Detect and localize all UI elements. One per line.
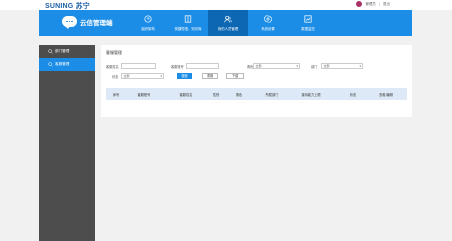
user-icon (224, 15, 232, 23)
column-header: 角色 (235, 93, 243, 97)
app-header: 云信管理端 组织架构 快捷短语、知识库 我的人员管理 系统设置 数据监控 (39, 10, 412, 36)
search-icon (48, 49, 53, 54)
search-button[interactable]: 搜索 (177, 73, 192, 79)
nav-item-staff[interactable]: 我的人员管理 (208, 10, 248, 36)
name-input[interactable] (121, 63, 156, 69)
sidebar: 部门管理 客服管理 (39, 45, 95, 241)
dept-select[interactable]: 全部 (321, 63, 363, 69)
nav-label: 快捷短语、知识库 (174, 27, 202, 31)
sidebar-item-label: 部门管理 (55, 49, 70, 53)
chat-bubble-icon (62, 16, 77, 29)
user-name: 管理员 (365, 1, 376, 6)
app-title: 云信管理端 (80, 18, 113, 27)
account-label: 客服账号 (171, 65, 184, 69)
logout-link[interactable]: 退出 (383, 2, 390, 7)
nav-label: 组织架构 (141, 27, 155, 31)
column-header: 接待能力上限 (301, 93, 321, 97)
main-nav: 组织架构 快捷短语、知识库 我的人员管理 系统设置 数据监控 (128, 10, 328, 36)
column-header: 性别 (212, 93, 220, 97)
gear-icon (264, 15, 272, 23)
role-select-value: 全部 (255, 64, 262, 68)
divider: | (378, 2, 380, 6)
nav-item-monitor[interactable]: 数据监控 (288, 10, 328, 36)
status-select-value: 全部 (123, 74, 130, 78)
column-header: 状态 (349, 93, 357, 97)
sidebar-item-staff[interactable]: 客服管理 (39, 58, 95, 71)
page-title: 客服管理 (106, 50, 122, 55)
status-select[interactable]: 全部 (121, 73, 164, 79)
clock-icon (144, 15, 152, 23)
reset-button[interactable]: 重置 (202, 73, 218, 79)
column-header: 序号 (112, 93, 120, 97)
name-label: 客服姓名 (106, 65, 119, 69)
nav-item-org[interactable]: 组织架构 (128, 10, 168, 36)
search-icon (48, 62, 53, 67)
column-header: 客服姓名 (179, 93, 193, 97)
role-select[interactable]: 全部 (253, 63, 300, 69)
sidebar-item-department[interactable]: 部门管理 (39, 45, 95, 58)
dept-select-value: 全部 (323, 64, 330, 68)
column-header: 所属部门 (265, 93, 279, 97)
column-header: 客服账号 (137, 93, 151, 97)
column-header: 查看/编辑 (379, 93, 393, 97)
book-icon (184, 15, 192, 23)
table-header: 序号 客服账号 客服姓名 性别 角色 所属部门 接待能力上限 状态 查看/编辑 (106, 88, 407, 100)
status-label: 状态 (112, 75, 119, 79)
avatar[interactable] (356, 1, 363, 7)
chart-icon (304, 15, 312, 23)
dept-label: 部门 (311, 65, 318, 69)
brand: 云信管理端 (62, 16, 113, 29)
sidebar-item-label: 客服管理 (55, 62, 70, 66)
nav-item-phrases[interactable]: 快捷短语、知识库 (168, 10, 208, 36)
nav-label: 数据监控 (301, 27, 315, 31)
download-button[interactable]: 下载 (226, 73, 244, 79)
content-panel: 客服管理 客服姓名 客服账号 角色 全部 部门 全部 状态 全部 搜索 重置 下… (101, 45, 412, 117)
account-input[interactable] (186, 63, 219, 69)
user-area: 管理员 | 退出 (356, 1, 390, 7)
nav-item-settings[interactable]: 系统设置 (248, 10, 288, 36)
nav-label: 我的人员管理 (217, 27, 239, 31)
nav-label: 系统设置 (261, 27, 275, 31)
top-bar: SUNING 苏宁 管理员 | 退出 (0, 0, 452, 10)
